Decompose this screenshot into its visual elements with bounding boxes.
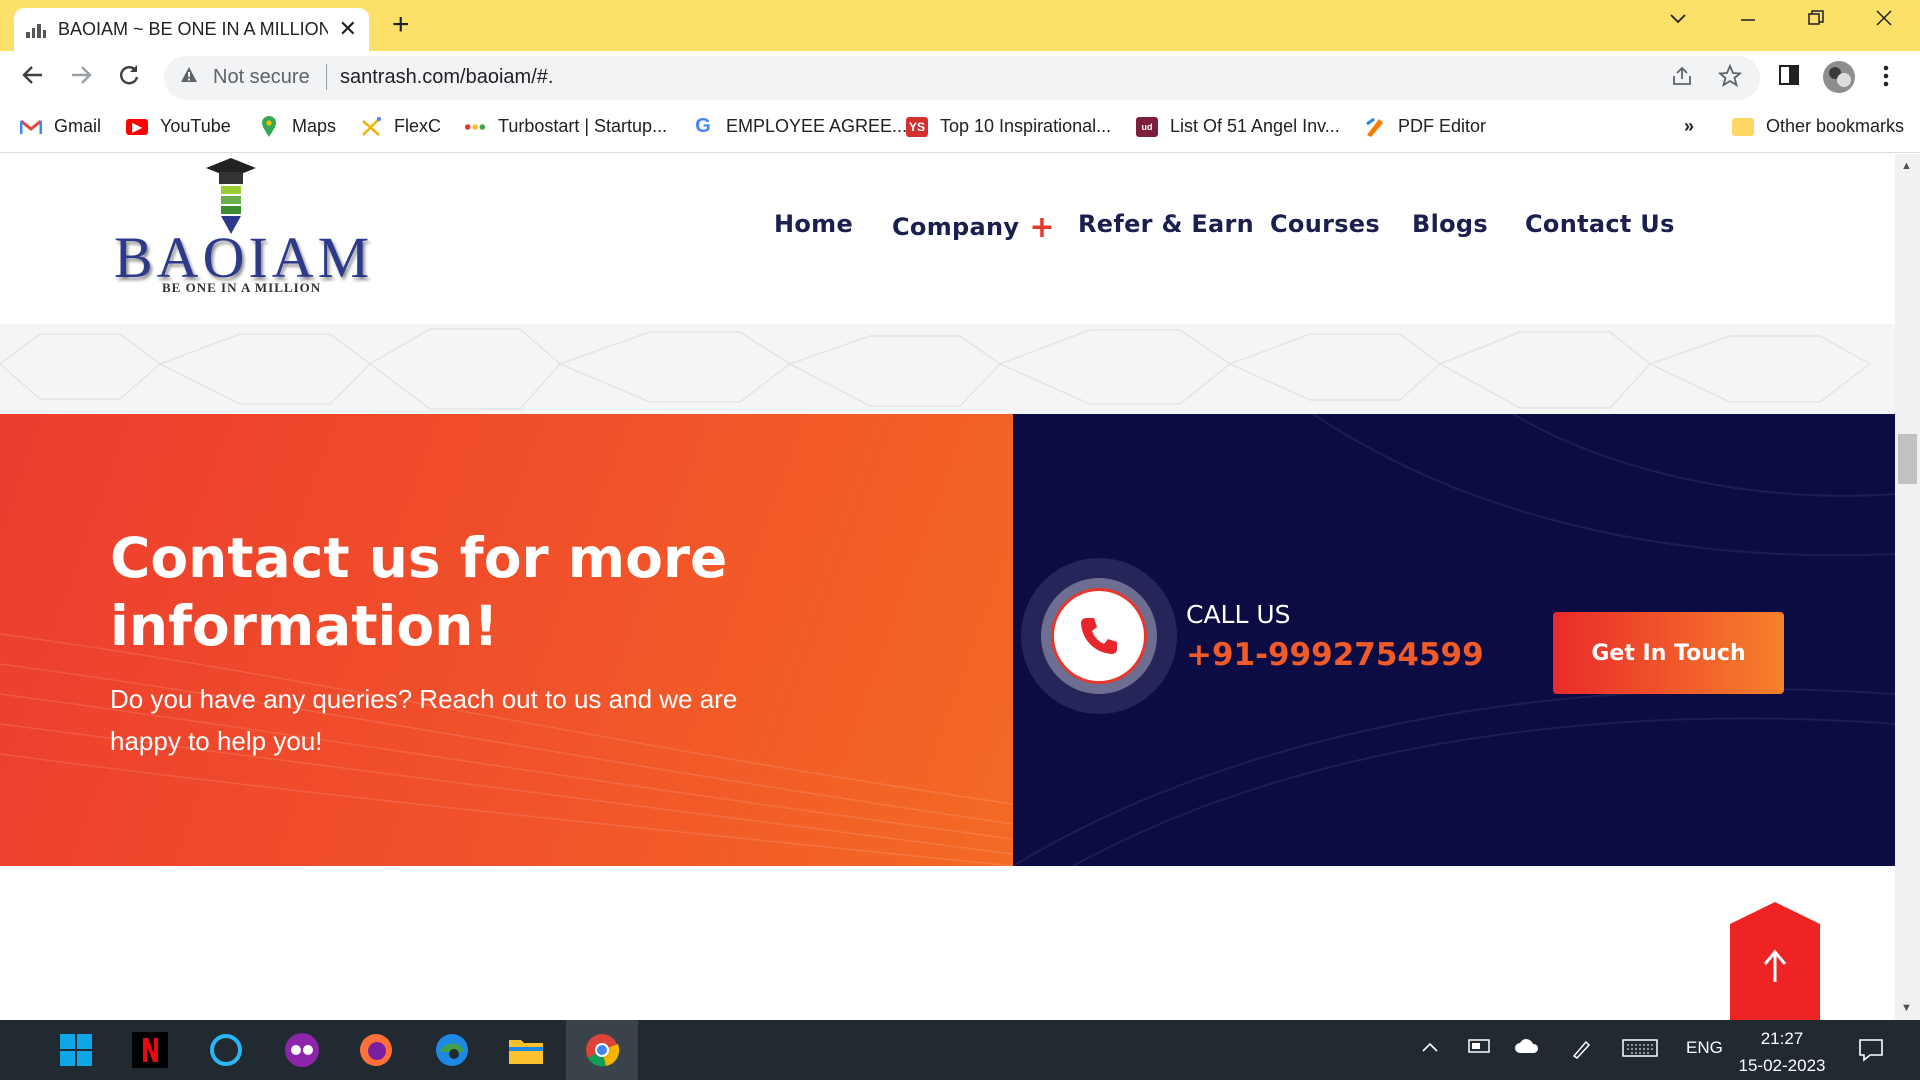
bookmark-gmail[interactable]: Gmail [20,116,101,137]
minimize-icon[interactable] [1738,8,1758,34]
bookmark-label: Turbostart | Startup... [498,116,668,136]
gmail-icon [20,117,42,137]
nav-blogs[interactable]: Blogs [1412,210,1488,238]
call-us-label: CALL US [1186,600,1291,629]
google-icon: G [695,115,711,137]
tab-search-icon[interactable] [1668,8,1688,34]
forward-icon[interactable] [68,62,94,94]
file-explorer-icon[interactable] [504,1028,548,1072]
bookmark-top-10-inspirational[interactable]: YS Top 10 Inspirational... [906,116,1111,137]
scroll-down-arrow-icon[interactable]: ▼ [1901,1002,1912,1014]
windows-start-icon[interactable] [54,1028,98,1072]
vpn-app-icon[interactable] [280,1028,324,1072]
reload-icon[interactable] [116,62,142,94]
web-page: BAOIAM BE ONE IN A MILLION Home Company +… [0,154,1895,1020]
hex-pattern-band [0,324,1895,414]
site-logo[interactable]: BAOIAM BE ONE IN A MILLION [112,156,369,301]
bookmark-label: Maps [292,116,337,136]
bookmark-pdf-editor[interactable]: PDF Editor [1364,116,1486,137]
nav-courses[interactable]: Courses [1270,210,1380,238]
phone-icon[interactable] [1051,588,1147,684]
bookmark-angel-investors[interactable]: ud List Of 51 Angel Inv... [1136,116,1340,137]
profile-avatar[interactable] [1822,60,1856,100]
logo-tagline: BE ONE IN A MILLION [162,280,322,295]
turbostart-icon [464,117,486,137]
bookmark-flexc[interactable]: FlexC [360,116,441,137]
phone-number-link[interactable]: +91-9992754599 [1186,637,1484,673]
clock-date: 15-02-2023 [1738,1056,1826,1075]
bookmark-label: EMPLOYEE AGREE... [726,116,908,136]
flexc-icon [360,116,382,137]
nav-contact-us[interactable]: Contact Us [1525,210,1675,238]
cta-subtitle: Do you have any queries? Reach out to us… [110,684,738,756]
youtube-icon: ▶ [126,118,148,135]
side-panel-icon[interactable] [1778,64,1800,92]
omnibox-divider [326,64,327,90]
tab-title: BAOIAM ~ BE ONE IN A MILLION [58,19,328,39]
page-scrollbar[interactable] [1895,154,1920,1020]
close-window-icon[interactable] [1874,8,1894,34]
notification-center-icon[interactable] [1858,1038,1884,1067]
pdf-editor-icon [1364,117,1386,137]
nav-home[interactable]: Home [774,210,853,238]
bookmark-label: Top 10 Inspirational... [940,116,1112,136]
cta-heading: Contact us for more information! [110,526,728,658]
restore-icon[interactable] [1806,8,1826,34]
yourstory-icon: YS [906,116,928,137]
list-icon: ud [1136,116,1158,137]
get-in-touch-button[interactable]: Get In Touch [1553,612,1784,694]
bookmark-turbostart[interactable]: Turbostart | Startup... [464,116,667,137]
chrome-menu-icon[interactable] [1882,64,1890,94]
back-to-top-button[interactable] [1730,902,1820,1020]
netflix-icon[interactable] [128,1028,172,1072]
nav-company[interactable]: Company + [892,210,1055,245]
language-indicator[interactable]: ENG [1686,1038,1723,1058]
expand-plus-icon[interactable]: + [1029,210,1054,245]
security-label[interactable]: Not secure [213,66,310,89]
share-icon[interactable] [1670,64,1694,94]
not-secure-warning-icon[interactable] [180,66,198,84]
scrollbar-thumb[interactable] [1898,434,1917,484]
bookmark-star-icon[interactable] [1717,63,1743,94]
maps-icon [258,115,280,137]
site-header: BAOIAM BE ONE IN A MILLION Home Company +… [0,154,1895,324]
contact-cta-panel: Contact us for more information! Do you … [0,414,1013,866]
nav-refer-earn[interactable]: Refer & Earn [1078,210,1254,238]
system-clock[interactable]: 21:27 15-02-2023 [1730,1025,1834,1079]
bookmark-label: YouTube [160,116,231,136]
browser-tab[interactable]: BAOIAM ~ BE ONE IN A MILLION ✕ [14,8,369,51]
firefox-icon[interactable] [354,1028,398,1072]
tab-close-icon[interactable]: ✕ [339,18,357,40]
bookmark-label: List Of 51 Angel Inv... [1170,116,1340,136]
show-hidden-icons-chevron-icon[interactable] [1420,1038,1440,1059]
chrome-taskbar-icon[interactable] [580,1028,624,1072]
clock-time: 21:27 [1760,1029,1804,1048]
touch-keyboard-icon[interactable] [1622,1038,1658,1063]
bookmark-youtube[interactable]: ▶ YouTube [126,116,231,137]
site-favicon-icon [26,22,46,38]
new-tab-button[interactable]: + [392,10,410,40]
edge-icon[interactable] [430,1028,474,1072]
call-us-panel: CALL US +91-9992754599 Get In Touch [1013,414,1895,866]
bookmark-label: PDF Editor [1398,116,1487,136]
bookmark-label: Gmail [54,116,102,136]
battery-icon[interactable] [1468,1038,1492,1059]
bookmark-employee-agreement[interactable]: G EMPLOYEE AGREE... [692,115,908,137]
pen-icon[interactable] [1570,1038,1592,1065]
cortana-icon[interactable] [204,1028,248,1072]
bookmark-label: FlexC [394,116,442,136]
url-text[interactable]: santrash.com/baoiam/#. [340,66,553,89]
bookmark-label: Other bookmarks [1766,116,1905,136]
nav-company-label: Company [892,213,1020,241]
onedrive-cloud-icon[interactable] [1514,1038,1540,1059]
bookmark-maps[interactable]: Maps [258,115,337,137]
back-icon[interactable] [20,62,46,94]
other-bookmarks-folder[interactable]: Other bookmarks [1732,116,1904,137]
scroll-up-arrow-icon[interactable]: ▲ [1901,160,1912,172]
folder-icon [1732,117,1754,136]
bookmarks-overflow-button[interactable]: » [1684,116,1694,137]
